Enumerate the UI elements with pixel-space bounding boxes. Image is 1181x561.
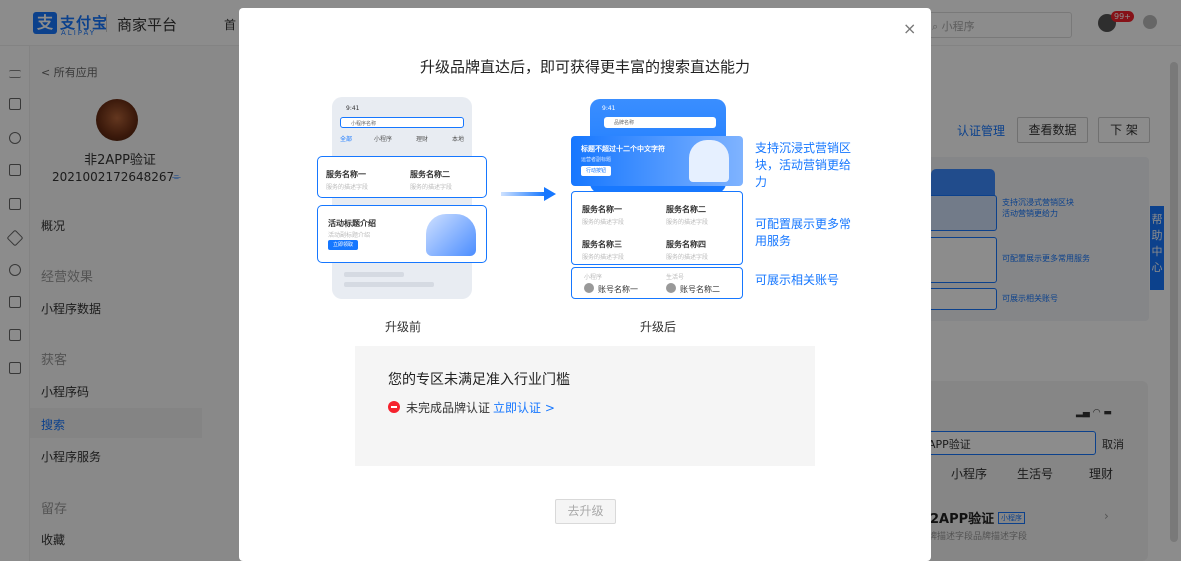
modal-title: 升级品牌直达后，即可获得更丰富的搜索直达能力	[419, 58, 750, 76]
account-avatar	[666, 283, 676, 293]
before-activity-card: 活动标题介绍 活动副标题介绍 立即领取	[317, 205, 487, 263]
service-sub: 服务的描述字段	[666, 219, 709, 226]
callout-services: 可配置展示更多常用服务	[755, 217, 852, 248]
page: 支 支付宝 ALIPAY 商家平台 首 ⌕ 小程序 99+ < 所有应用 非2A…	[0, 0, 1181, 561]
certify-now-link[interactable]: 立即认证 >	[493, 399, 555, 416]
account-name: 账号名称二	[680, 285, 720, 294]
service-title: 服务名称三	[582, 240, 622, 249]
arrow-line	[501, 192, 545, 196]
after-banner: 标题不超过十二个中文字符 运营者副标题 行动按钮	[571, 136, 743, 186]
error-icon	[388, 401, 400, 413]
phone-time: 9:41	[602, 105, 616, 112]
before-search: 小程序名称	[340, 117, 464, 128]
account-name: 账号名称一	[598, 285, 638, 294]
callout-marketing: 支持沉浸式营销区块，活动营销更给力	[755, 141, 852, 189]
upgrade-modal: × 升级品牌直达后，即可获得更丰富的搜索直达能力 9:41 小程序名称 全部 小…	[239, 8, 931, 561]
phone-time: 9:41	[346, 105, 360, 112]
callout-accounts: 可展示相关账号	[755, 273, 840, 287]
upgrade-button[interactable]: 去升级	[555, 499, 616, 524]
activity-illustration	[426, 214, 476, 256]
before-services-card: 服务名称一 服务的描述字段 服务名称二 服务的描述字段	[317, 156, 487, 198]
arrow-right-icon	[544, 187, 556, 201]
before-tab-local: 本地	[452, 136, 465, 143]
banner-title: 标题不超过十二个中文字符	[581, 145, 665, 153]
activity-sub: 活动副标题介绍	[328, 232, 371, 239]
account-avatar	[584, 283, 594, 293]
before-tab-finance: 理财	[416, 136, 429, 143]
activity-button: 立即领取	[328, 240, 358, 250]
service-title: 服务名称一	[582, 205, 622, 214]
account-type: 生活号	[666, 274, 685, 281]
placeholder-line	[344, 272, 404, 277]
notice-item: 未完成品牌认证	[406, 401, 491, 415]
banner-button: 行动按钮	[581, 166, 611, 176]
account-type: 小程序	[584, 274, 603, 281]
service-sub: 服务的描述字段	[666, 254, 709, 261]
service-title: 服务名称一	[326, 170, 366, 179]
service-sub: 服务的描述字段	[326, 184, 369, 191]
service-title: 服务名称二	[410, 170, 450, 179]
service-title: 服务名称二	[666, 205, 706, 214]
after-caption: 升级后	[640, 320, 677, 334]
banner-illustration	[689, 140, 729, 182]
notice-title: 您的专区未满足准入行业门槛	[388, 372, 570, 388]
placeholder-line	[344, 282, 434, 287]
before-caption: 升级前	[385, 320, 422, 334]
before-tab-all: 全部	[340, 136, 353, 143]
before-phone: 9:41 小程序名称 全部 小程序 理财 本地	[332, 97, 472, 299]
after-accounts-card: 小程序 账号名称一 生活号 账号名称二	[571, 267, 743, 299]
service-sub: 服务的描述字段	[582, 219, 625, 226]
activity-title: 活动标题介绍	[328, 219, 376, 228]
banner-sub: 运营者副标题	[581, 157, 612, 163]
after-services-card: 服务名称一 服务的描述字段 服务名称二 服务的描述字段 服务名称三 服务的描述字…	[571, 191, 743, 265]
requirement-notice: 您的专区未满足准入行业门槛 未完成品牌认证 立即认证 >	[355, 346, 815, 466]
service-sub: 服务的描述字段	[582, 254, 625, 261]
close-icon[interactable]: ×	[903, 21, 916, 37]
after-search: 品牌名称	[604, 117, 716, 128]
service-title: 服务名称四	[666, 240, 706, 249]
before-tab-miniapp: 小程序	[374, 136, 393, 143]
service-sub: 服务的描述字段	[410, 184, 453, 191]
